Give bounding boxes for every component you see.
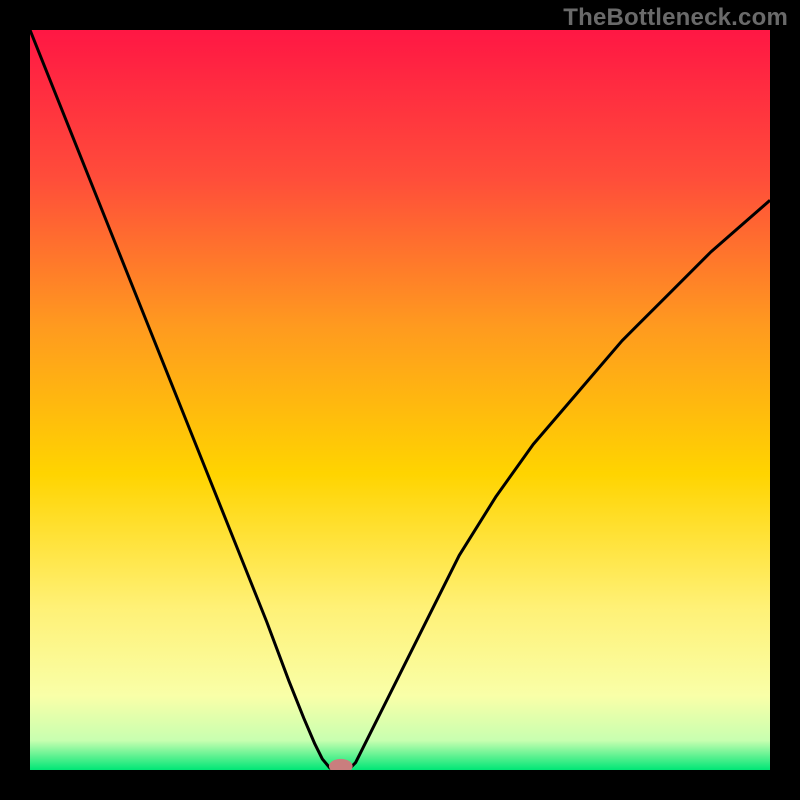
watermark-text: TheBottleneck.com — [563, 4, 788, 32]
gradient-background — [30, 30, 770, 770]
chart-frame: TheBottleneck.com — [0, 0, 800, 800]
bottleneck-chart — [30, 30, 770, 770]
